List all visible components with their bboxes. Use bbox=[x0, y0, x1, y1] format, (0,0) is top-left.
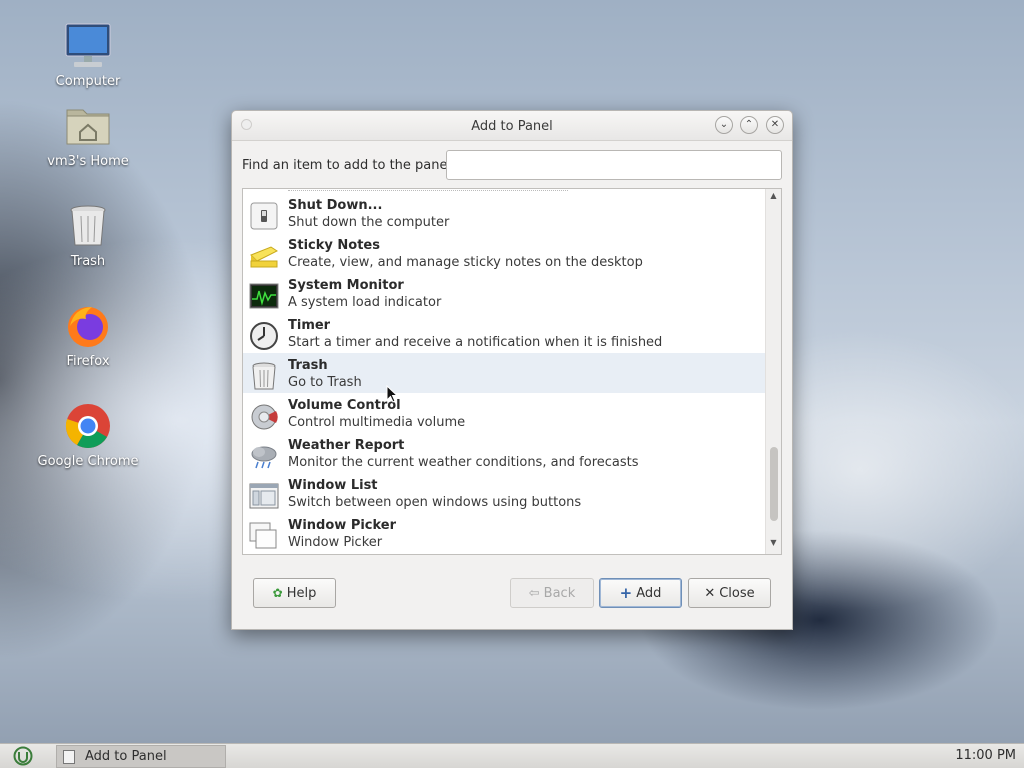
weather-icon bbox=[249, 441, 279, 471]
computer-icon bbox=[64, 22, 112, 70]
desktop-icon-label: Google Chrome bbox=[37, 454, 139, 469]
item-name: Volume Control bbox=[288, 398, 401, 413]
item-name: Window List bbox=[288, 478, 378, 493]
firefox-icon bbox=[64, 302, 112, 350]
system-monitor-icon bbox=[249, 281, 279, 311]
chevron-down-icon: ⌄ bbox=[719, 119, 729, 130]
list-item-shutdown[interactable]: Shut Down... Shut down the computer bbox=[243, 193, 765, 233]
desktop-icon-trash[interactable]: Trash bbox=[33, 202, 143, 269]
taskbar-item-label: Add to Panel bbox=[85, 749, 167, 764]
item-desc: Create, view, and manage sticky notes on… bbox=[288, 255, 643, 270]
sticky-notes-icon bbox=[249, 241, 279, 271]
chrome-icon bbox=[64, 402, 112, 450]
dialog-titlebar[interactable]: Add to Panel ⌄ ⌃ ✕ bbox=[232, 111, 792, 141]
desktop-icon-computer[interactable]: Computer bbox=[33, 22, 143, 89]
search-input[interactable] bbox=[446, 150, 782, 180]
maximize-button[interactable]: ⌃ bbox=[740, 116, 758, 134]
help-button-label: Help bbox=[286, 585, 317, 601]
desktop-icon-label: Firefox bbox=[66, 354, 110, 369]
scroll-down-arrow-icon[interactable]: ▼ bbox=[766, 538, 781, 552]
close-button-label: Close bbox=[719, 585, 755, 601]
scrollbar-thumb[interactable] bbox=[770, 447, 778, 521]
timer-icon bbox=[249, 321, 279, 351]
item-desc: A system load indicator bbox=[288, 295, 442, 310]
item-name: Trash bbox=[288, 358, 328, 373]
help-icon: ✿ bbox=[272, 586, 283, 600]
trash-icon bbox=[64, 202, 112, 250]
desktop-icon-chrome[interactable]: Google Chrome bbox=[33, 402, 143, 469]
find-label: Find an item to add to the panel: bbox=[242, 158, 456, 173]
list-item-sticky-notes[interactable]: Sticky Notes Create, view, and manage st… bbox=[243, 233, 765, 273]
desktop-icon-firefox[interactable]: Firefox bbox=[33, 302, 143, 369]
shutdown-icon bbox=[249, 201, 279, 231]
list-item-timer[interactable]: Timer Start a timer and receive a notifi… bbox=[243, 313, 765, 353]
item-name: Weather Report bbox=[288, 438, 405, 453]
volume-icon bbox=[249, 401, 279, 431]
chevron-up-icon: ⌃ bbox=[744, 119, 754, 130]
scroll-up-arrow-icon[interactable]: ▲ bbox=[766, 191, 781, 205]
item-name: Sticky Notes bbox=[288, 238, 380, 253]
mouse-cursor-icon bbox=[386, 385, 398, 403]
desktop-icon-label: vm3's Home bbox=[47, 154, 129, 169]
add-to-panel-dialog: Add to Panel ⌄ ⌃ ✕ Find an item to add t… bbox=[231, 110, 793, 630]
list-item-window-picker[interactable]: Window Picker Window Picker bbox=[243, 513, 765, 553]
list-item-trash[interactable]: Trash Go to Trash bbox=[243, 353, 765, 393]
item-name: Shut Down... bbox=[288, 198, 383, 213]
desktop-icon-label: Computer bbox=[55, 74, 121, 89]
window-icon bbox=[63, 749, 75, 764]
list-scrollbar[interactable]: ▲ ▼ bbox=[765, 189, 781, 554]
taskbar: Add to Panel 11:00 PM bbox=[0, 743, 1024, 768]
help-button[interactable]: ✿ Help bbox=[253, 578, 336, 608]
close-button[interactable]: ✕ Close bbox=[688, 578, 771, 608]
taskbar-item-add-to-panel[interactable]: Add to Panel bbox=[56, 745, 226, 768]
back-button[interactable]: ⇦ Back bbox=[510, 578, 594, 608]
trash-icon bbox=[249, 361, 279, 391]
list-item-volume-control[interactable]: Volume Control Control multimedia volume bbox=[243, 393, 765, 433]
minimize-button[interactable]: ⌄ bbox=[715, 116, 733, 134]
panel-items-list[interactable]: Shut Down... Shut down the computer Stic… bbox=[242, 188, 782, 555]
item-name: Timer bbox=[288, 318, 331, 333]
close-icon: ✕ bbox=[704, 585, 716, 601]
item-desc: Control multimedia volume bbox=[288, 415, 466, 430]
list-item-system-monitor[interactable]: System Monitor A system load indicator bbox=[243, 273, 765, 313]
item-desc: Shut down the computer bbox=[288, 215, 450, 230]
item-desc: Switch between open windows using button… bbox=[288, 495, 582, 510]
list-item-weather-report[interactable]: Weather Report Monitor the current weath… bbox=[243, 433, 765, 473]
app-menu-icon[interactable] bbox=[12, 746, 34, 766]
dialog-title: Add to Panel bbox=[471, 119, 553, 134]
item-desc: Start a timer and receive a notification… bbox=[288, 335, 663, 350]
clock[interactable]: 11:00 PM bbox=[955, 748, 1016, 763]
add-button-label: Add bbox=[636, 585, 662, 601]
item-desc: Monitor the current weather conditions, … bbox=[288, 455, 639, 470]
item-name: System Monitor bbox=[288, 278, 404, 293]
window-picker-icon bbox=[249, 521, 279, 551]
add-button[interactable]: + Add bbox=[599, 578, 682, 608]
home-folder-icon bbox=[64, 102, 112, 150]
window-list-icon bbox=[249, 481, 279, 511]
back-arrow-icon: ⇦ bbox=[528, 585, 540, 601]
desktop-icon-home[interactable]: vm3's Home bbox=[33, 102, 143, 169]
item-desc: Window Picker bbox=[288, 535, 383, 550]
plus-icon: + bbox=[619, 584, 633, 602]
list-item-window-list[interactable]: Window List Switch between open windows … bbox=[243, 473, 765, 513]
back-button-label: Back bbox=[543, 585, 576, 601]
close-window-button[interactable]: ✕ bbox=[766, 116, 784, 134]
desktop-icon-label: Trash bbox=[70, 254, 106, 269]
close-icon: ✕ bbox=[770, 119, 780, 130]
item-desc: Go to Trash bbox=[288, 375, 362, 390]
item-name: Window Picker bbox=[288, 518, 397, 533]
